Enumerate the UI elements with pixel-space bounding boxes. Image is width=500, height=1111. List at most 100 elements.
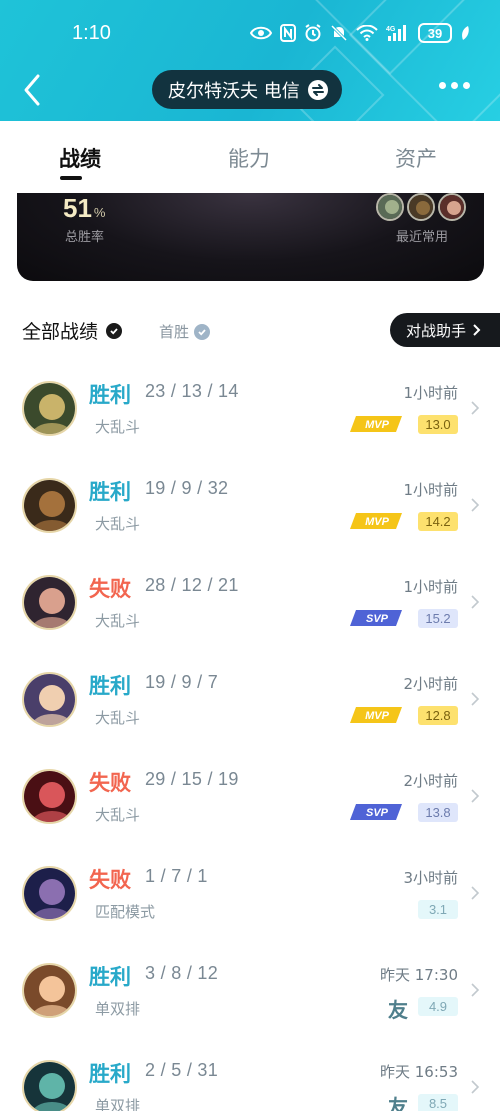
nfc-icon — [280, 24, 296, 42]
match-row[interactable]: 胜利 3 / 8 / 12 单双排 昨天 17:30 友 4.9 — [0, 940, 500, 1037]
match-kda: 19 / 9 / 7 — [145, 672, 219, 692]
match-time: 昨天 17:30 — [380, 966, 458, 984]
chevron-right-icon — [473, 324, 481, 336]
match-mode: 大乱斗 — [95, 418, 141, 436]
match-time: 3小时前 — [403, 869, 458, 887]
swap-icon — [307, 79, 328, 100]
match-result: 失败 — [89, 868, 131, 892]
match-time: 2小时前 — [403, 675, 458, 693]
match-kda: 2 / 5 / 31 — [145, 1060, 219, 1080]
battle-helper-button[interactable]: 对战助手 — [390, 313, 500, 347]
svp-badge: SVP — [350, 804, 402, 820]
signal-4g-icon: 4G — [386, 25, 406, 41]
match-score: 12.8 — [418, 706, 458, 725]
match-row[interactable]: 胜利 2 / 5 / 31 单双排 昨天 16:53 友 8.5 — [0, 1037, 500, 1111]
friend-badge: 友 — [388, 998, 408, 1022]
badge-label: MVP — [365, 710, 390, 722]
chevron-right-icon — [471, 983, 480, 997]
recent-hero-avatar — [438, 193, 466, 221]
match-result: 失败 — [89, 771, 131, 795]
hero-avatar — [22, 963, 77, 1018]
tab-record[interactable]: 战绩 — [59, 143, 101, 173]
tab-assets[interactable]: 资产 — [395, 143, 437, 173]
match-time: 昨天 16:53 — [380, 1063, 458, 1081]
more-dots-icon[interactable] — [439, 82, 470, 89]
chevron-right-icon — [471, 886, 480, 900]
match-result: 失败 — [89, 577, 131, 601]
match-time: 1小时前 — [403, 481, 458, 499]
match-result: 胜利 — [89, 965, 131, 989]
status-bar: 1:10 4G 39 — [0, 22, 500, 48]
match-mode: 大乱斗 — [95, 709, 141, 727]
match-result: 胜利 — [89, 674, 131, 698]
friend-badge: 友 — [388, 1095, 408, 1111]
match-row[interactable]: 失败 29 / 15 / 19 大乱斗 2小时前 SVP 13.8 — [0, 746, 500, 843]
svg-text:4G: 4G — [386, 26, 396, 33]
back-arrow-icon[interactable] — [18, 72, 48, 108]
match-kda: 28 / 12 / 21 — [145, 575, 239, 595]
match-mode: 大乱斗 — [95, 515, 141, 533]
svp-badge: SVP — [350, 610, 402, 626]
match-result: 胜利 — [89, 1062, 131, 1086]
match-score: 14.2 — [418, 512, 458, 531]
leaf-icon — [462, 26, 469, 40]
match-mode: 大乱斗 — [95, 612, 141, 630]
mute-icon — [330, 24, 348, 42]
badge-label: MVP — [365, 419, 390, 431]
match-mode: 匹配模式 — [95, 903, 156, 921]
hero-avatar — [22, 866, 77, 921]
filter-all-records[interactable]: 全部战绩 — [22, 317, 123, 344]
hero-avatar — [22, 769, 77, 824]
battle-helper-label: 对战助手 — [406, 321, 467, 340]
match-result: 胜利 — [89, 383, 131, 407]
match-row[interactable]: 失败 1 / 7 / 1 匹配模式 3小时前 3.1 — [0, 843, 500, 940]
recent-hero-avatar — [376, 193, 404, 221]
chevron-right-icon — [471, 498, 480, 512]
filter-row: 全部战绩 首胜 对战助手 — [0, 313, 500, 347]
app-root: 1:10 4G 39 皮尔特沃夫 电信 战绩 能力 资产 51 % 总胜率 最近… — [0, 0, 500, 1111]
check-icon — [194, 323, 211, 340]
win-rate-unit: % — [93, 205, 106, 220]
chevron-right-icon — [471, 1080, 480, 1094]
match-row[interactable]: 失败 28 / 12 / 21 大乱斗 1小时前 SVP 15.2 — [0, 552, 500, 649]
tab-ability[interactable]: 能力 — [228, 143, 270, 173]
match-score: 13.0 — [418, 415, 458, 434]
summary-card[interactable]: 51% 总胜率 最近常用 — [17, 193, 484, 281]
match-row[interactable]: 胜利 19 / 9 / 32 大乱斗 1小时前 MVP 14.2 — [0, 455, 500, 552]
match-kda: 1 / 7 / 1 — [145, 866, 208, 886]
match-kda: 19 / 9 / 32 — [145, 478, 229, 498]
match-time: 1小时前 — [403, 384, 458, 402]
header-bar: 1:10 4G 39 皮尔特沃夫 电信 — [0, 0, 500, 121]
server-selector[interactable]: 皮尔特沃夫 电信 — [152, 70, 342, 109]
wifi-icon — [356, 25, 378, 41]
recent-hero-avatar — [407, 193, 435, 221]
match-mode: 单双排 — [95, 1097, 141, 1111]
match-time: 1小时前 — [403, 578, 458, 596]
filter-all-label: 全部战绩 — [22, 321, 99, 343]
mvp-badge: MVP — [350, 416, 402, 432]
match-row[interactable]: 胜利 23 / 13 / 14 大乱斗 1小时前 MVP 13.0 — [0, 358, 500, 455]
recent-label: 最近常用 — [395, 230, 448, 245]
hero-avatar — [22, 672, 77, 727]
filter-first-win[interactable]: 首胜 — [159, 321, 211, 342]
match-score: 15.2 — [418, 609, 458, 628]
match-score: 3.1 — [418, 900, 458, 919]
match-mode: 单双排 — [95, 1000, 141, 1018]
match-list: 胜利 23 / 13 / 14 大乱斗 1小时前 MVP 13.0 胜利 19 … — [0, 358, 500, 1111]
recent-heroes — [376, 193, 466, 221]
hero-avatar — [22, 381, 77, 436]
battery-indicator: 39 — [418, 23, 452, 43]
win-rate-label: 总胜率 — [65, 230, 105, 245]
match-mode: 大乱斗 — [95, 806, 141, 824]
chevron-right-icon — [471, 789, 480, 803]
match-row[interactable]: 胜利 19 / 9 / 7 大乱斗 2小时前 MVP 12.8 — [0, 649, 500, 746]
hero-avatar — [22, 575, 77, 630]
badge-label: SVP — [366, 613, 389, 625]
mvp-badge: MVP — [350, 513, 402, 529]
hero-avatar — [22, 1060, 77, 1111]
alarm-icon — [305, 24, 321, 42]
match-score: 4.9 — [418, 997, 458, 1016]
match-score: 8.5 — [418, 1094, 458, 1111]
chevron-right-icon — [471, 401, 480, 415]
match-kda: 3 / 8 / 12 — [145, 963, 219, 983]
